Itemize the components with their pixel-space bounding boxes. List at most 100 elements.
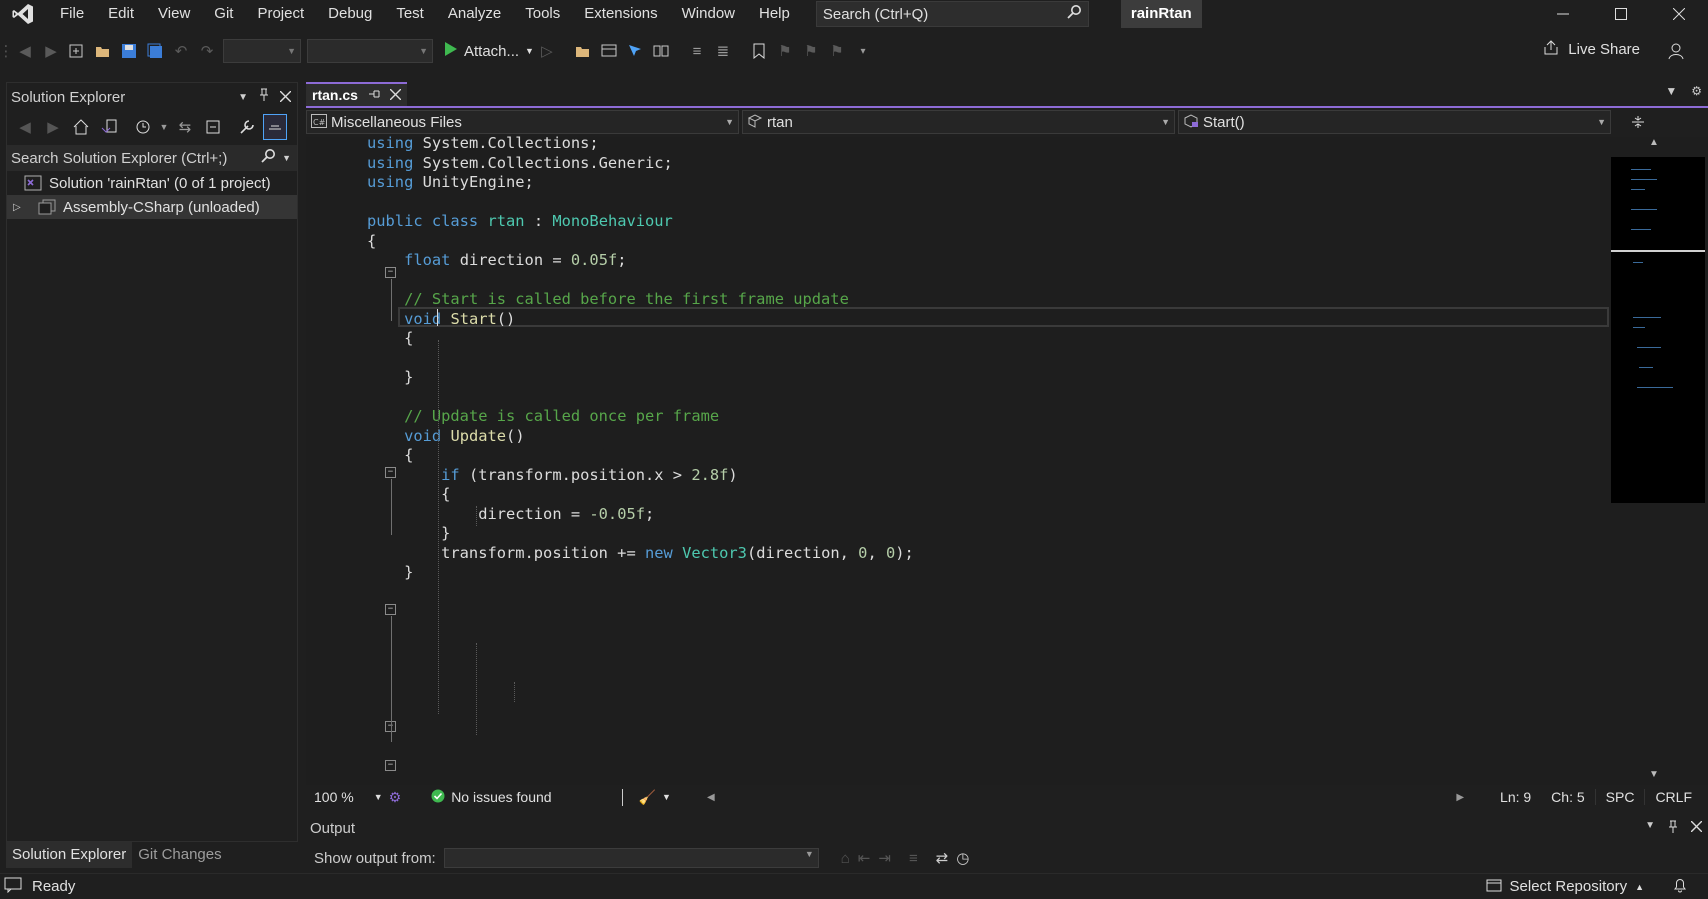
panel-menu-icon[interactable]: ▼ xyxy=(238,92,248,103)
code-line[interactable]: public class rtan : MonoBehaviour xyxy=(367,211,673,232)
split-editor-icon[interactable] xyxy=(1614,110,1662,134)
solution-platform-dropdown[interactable]: ▼ xyxy=(307,39,433,63)
scroll-down-icon[interactable]: ▼ xyxy=(1649,769,1659,780)
menu-debug[interactable]: Debug xyxy=(316,0,384,28)
tab-solution-explorer[interactable]: Solution Explorer xyxy=(6,842,133,868)
save-all-icon[interactable] xyxy=(142,38,168,64)
code-line[interactable]: transform.position += new Vector3(direct… xyxy=(367,543,914,564)
previous-message-icon[interactable]: ⇤ xyxy=(858,849,871,867)
solution-explorer-search[interactable]: Search Solution Explorer (Ctrl+;) ▼ xyxy=(7,145,297,171)
open-folder-icon[interactable] xyxy=(570,38,596,64)
back-icon[interactable]: ◀ xyxy=(13,114,37,140)
menu-extensions[interactable]: Extensions xyxy=(572,0,669,28)
menu-file[interactable]: File xyxy=(48,0,96,28)
menu-analyze[interactable]: Analyze xyxy=(436,0,513,28)
code-line[interactable]: } xyxy=(367,367,413,388)
tree-item-project[interactable]: ▷ Assembly-CSharp (unloaded) xyxy=(7,195,297,219)
menu-edit[interactable]: Edit xyxy=(96,0,146,28)
navigate-back-icon[interactable]: ◀ xyxy=(12,38,38,64)
timestamp-icon[interactable]: ◷ xyxy=(956,849,969,867)
global-search-box[interactable]: Search (Ctrl+Q) xyxy=(815,1,1089,27)
select-repository-button[interactable]: Select Repository ▲ xyxy=(1486,877,1644,897)
code-line[interactable]: using System.Collections; xyxy=(367,133,599,154)
select-element-icon[interactable] xyxy=(622,38,648,64)
menu-project[interactable]: Project xyxy=(245,0,316,28)
toolbar-overflow-icon[interactable]: ▾ xyxy=(850,38,876,64)
find-message-icon[interactable]: ⌂ xyxy=(841,850,850,867)
code-cleanup-button[interactable]: 🧹 ▼ xyxy=(621,788,679,806)
expand-chevron-icon[interactable]: ▷ xyxy=(13,202,27,213)
compare-icon[interactable] xyxy=(648,38,674,64)
document-tab-rtan-cs[interactable]: rtan.cs xyxy=(306,82,407,106)
menu-git[interactable]: Git xyxy=(202,0,245,28)
undo-icon[interactable]: ↶ xyxy=(168,38,194,64)
layout-icon[interactable] xyxy=(596,38,622,64)
code-line[interactable]: { xyxy=(367,445,413,466)
previous-bookmark-icon[interactable]: ⚑ xyxy=(772,38,798,64)
whitespace-mode[interactable]: SPC xyxy=(1594,789,1645,805)
solution-configuration-dropdown[interactable]: ▼ xyxy=(223,39,301,63)
outdent-icon[interactable]: ≣ xyxy=(710,38,736,64)
visual-studio-logo-icon[interactable] xyxy=(10,1,36,27)
pin-icon[interactable] xyxy=(258,88,270,106)
preview-selected-items-icon[interactable] xyxy=(263,114,287,140)
code-line[interactable]: if (transform.position.x > 2.8f) xyxy=(367,465,738,486)
menu-help[interactable]: Help xyxy=(747,0,802,28)
fold-toggle-icon[interactable]: − xyxy=(385,760,396,771)
menu-test[interactable]: Test xyxy=(384,0,436,28)
menu-window[interactable]: Window xyxy=(670,0,747,28)
menu-tools[interactable]: Tools xyxy=(513,0,572,28)
next-message-icon[interactable]: ⇥ xyxy=(878,849,891,867)
code-line[interactable]: // Start is called before the first fram… xyxy=(367,289,849,310)
filter-dropdown-icon[interactable]: ▼ xyxy=(159,114,169,140)
live-share-button[interactable]: Live Share xyxy=(1542,38,1640,60)
close-button[interactable] xyxy=(1650,0,1708,28)
output-source-dropdown[interactable]: ▼ xyxy=(443,848,819,868)
code-line[interactable]: using System.Collections.Generic; xyxy=(367,153,673,174)
close-panel-icon[interactable] xyxy=(1690,820,1703,837)
indent-icon[interactable]: ≡ xyxy=(684,38,710,64)
clear-all-icon[interactable]: ≡ xyxy=(909,850,918,867)
next-bookmark-icon[interactable]: ⚑ xyxy=(798,38,824,64)
code-cleanup-icon[interactable]: ⚙ xyxy=(389,789,402,806)
properties-wrench-icon[interactable] xyxy=(235,114,259,140)
code-minimap[interactable]: ▲ ▼ xyxy=(1609,137,1708,785)
minimize-button[interactable] xyxy=(1534,0,1592,28)
project-dropdown[interactable]: C# Miscellaneous Files ▼ xyxy=(306,110,739,134)
notifications-bell-icon[interactable] xyxy=(1672,877,1688,897)
code-line[interactable]: } xyxy=(367,562,413,583)
code-line[interactable]: { xyxy=(367,231,376,252)
navigate-forward-icon[interactable]: ▶ xyxy=(38,38,64,64)
code-editor[interactable]: using System.Collections; using System.Co… xyxy=(306,134,1609,785)
column-number[interactable]: Ch: 5 xyxy=(1541,789,1594,805)
code-line[interactable]: // Update is called once per frame xyxy=(367,406,719,427)
panel-menu-icon[interactable]: ▼ xyxy=(1645,820,1655,837)
tab-git-changes[interactable]: Git Changes xyxy=(132,842,227,868)
tab-list-dropdown-icon[interactable]: ▼ xyxy=(1665,84,1677,98)
start-without-debugging-icon[interactable]: ▷ xyxy=(534,38,560,64)
attach-debugger-button[interactable]: Attach... ▼ xyxy=(444,41,534,61)
home-icon[interactable] xyxy=(69,114,93,140)
collapse-all-icon[interactable] xyxy=(201,114,225,140)
minimap-viewport[interactable] xyxy=(1611,157,1705,503)
pin-tab-icon[interactable] xyxy=(368,87,380,103)
close-tab-icon[interactable] xyxy=(389,87,402,103)
code-line[interactable]: void Start() xyxy=(367,309,515,330)
save-icon[interactable] xyxy=(116,38,142,64)
output-status-icon[interactable] xyxy=(4,877,22,897)
maximize-button[interactable] xyxy=(1592,0,1650,28)
sync-with-document-icon[interactable]: ⇆ xyxy=(173,114,197,140)
line-number[interactable]: Ln: 9 xyxy=(1490,789,1541,805)
switch-views-icon[interactable] xyxy=(97,114,121,140)
tree-item-solution[interactable]: Solution 'rainRtan' (0 of 1 project) xyxy=(7,171,297,195)
pending-changes-filter-icon[interactable] xyxy=(131,114,155,140)
code-line[interactable]: { xyxy=(367,328,413,349)
scroll-right-icon[interactable]: ▶ xyxy=(1446,792,1474,803)
fold-toggle-icon[interactable]: − xyxy=(385,604,396,615)
forward-icon[interactable]: ▶ xyxy=(41,114,65,140)
settings-gear-icon[interactable]: ⚙ xyxy=(1691,84,1702,98)
menu-view[interactable]: View xyxy=(146,0,202,28)
zoom-dropdown[interactable]: 100 % ▼ ⚙ xyxy=(306,789,409,806)
code-line[interactable]: void Update() xyxy=(367,426,525,447)
scroll-up-icon[interactable]: ▲ xyxy=(1649,137,1659,148)
